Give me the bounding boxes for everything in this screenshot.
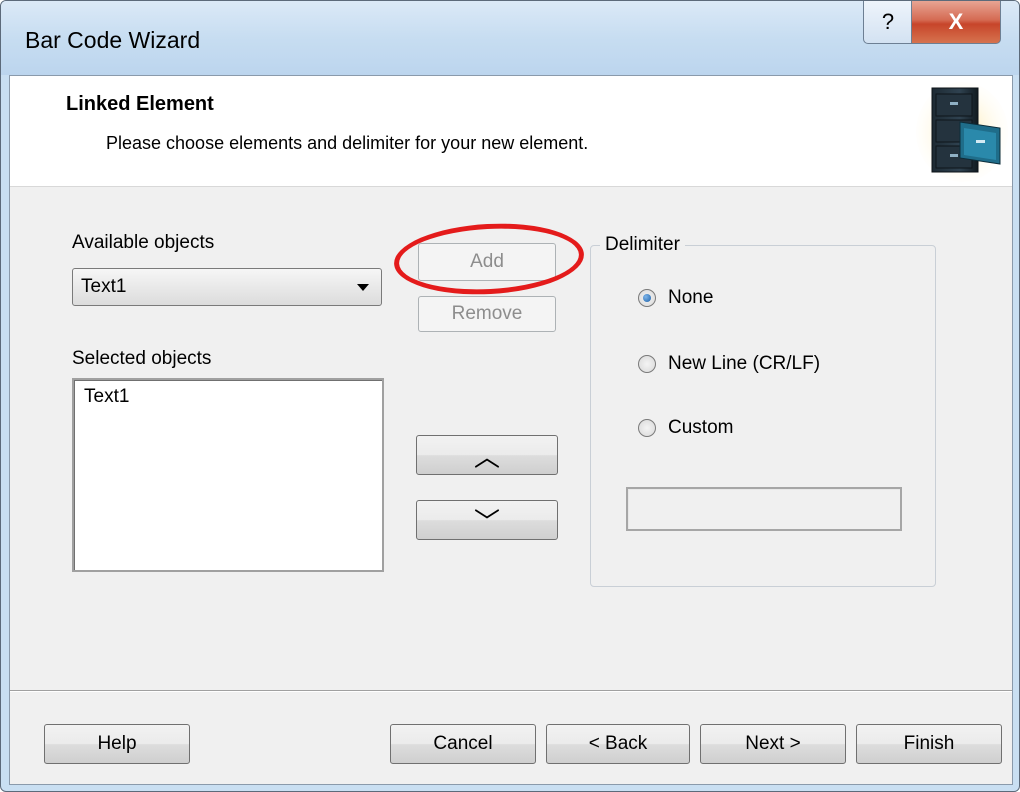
page-subtitle: Please choose elements and delimiter for… [106,133,589,153]
selected-objects-label: Selected objects [72,348,212,369]
next-button[interactable]: Next > [700,724,846,764]
radio-new-line-label: New Line (CR/LF) [668,353,821,374]
list-item[interactable]: Text1 [84,386,129,408]
radio-button[interactable] [638,419,656,437]
footer-separator [10,690,1012,692]
title-bar[interactable]: Bar Code Wizard ? X [1,1,1019,75]
wizard-header: Linked Element Please choose elements an… [10,76,1012,187]
close-button[interactable]: X [911,1,1001,44]
help-caption-button[interactable]: ? [863,1,913,44]
wizard-body: Linked Element Please choose elements an… [9,75,1013,785]
help-button[interactable]: Help [44,724,190,764]
chevron-down-icon: ﹀ [473,506,500,537]
radio-button[interactable] [638,355,656,373]
move-up-button[interactable]: ︿ [416,435,558,475]
radio-new-line[interactable]: New Line (CR/LF) [638,353,820,375]
chevron-down-icon [357,284,369,291]
radio-custom-label: Custom [668,417,734,438]
cancel-button[interactable]: Cancel [390,724,536,764]
radio-none-label: None [668,287,714,308]
page-title: Linked Element [66,93,214,115]
back-button[interactable]: < Back [546,724,690,764]
selected-objects-list[interactable]: Text1 [72,378,384,572]
radio-none[interactable]: None [638,287,713,309]
finish-button[interactable]: Finish [856,724,1002,764]
add-button[interactable]: Add [418,243,556,281]
close-icon: X [948,9,964,34]
question-mark-icon: ? [881,9,895,34]
wizard-window: Bar Code Wizard ? X Linked Element Pleas… [0,0,1020,792]
move-down-button[interactable]: ﹀ [416,500,558,540]
available-objects-dropdown[interactable]: Text1 [72,268,382,306]
custom-delimiter-field[interactable] [626,487,902,531]
chevron-up-icon: ︿ [473,441,500,472]
delimiter-legend: Delimiter [600,234,685,256]
file-cabinet-icon [916,82,1008,182]
remove-button[interactable]: Remove [418,296,556,332]
available-objects-label: Available objects [72,232,215,253]
window-title: Bar Code Wizard [25,27,201,53]
available-objects-value: Text1 [81,276,127,297]
radio-button-checked[interactable] [638,289,656,307]
radio-custom[interactable]: Custom [638,417,733,439]
